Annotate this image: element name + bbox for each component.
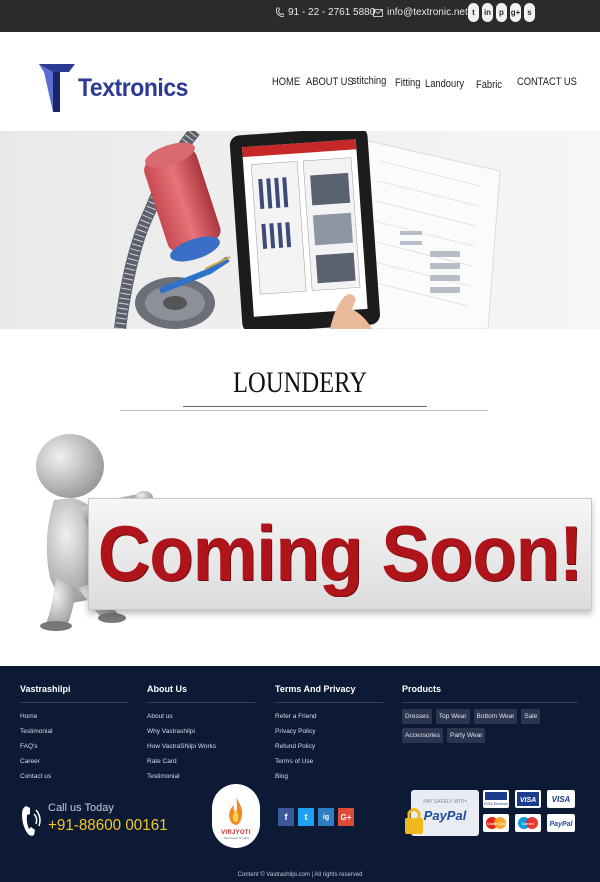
nav-stitching[interactable]: stitching xyxy=(352,75,386,87)
footer-link-career[interactable]: Career xyxy=(20,754,128,769)
footer-link-refer[interactable]: Refer a Friend xyxy=(275,709,383,724)
card-visa: VISA xyxy=(520,797,536,804)
email-contact[interactable]: info@textronic.net xyxy=(373,7,468,18)
footer-link-testimonial[interactable]: Testimonial xyxy=(20,724,128,739)
social-links: t in p g+ s xyxy=(468,3,535,22)
nav-about-us[interactable]: ABOUT US xyxy=(306,76,354,88)
footer-link-testimonial[interactable]: Testimonial xyxy=(147,769,255,784)
tag-accessories[interactable]: Accessories xyxy=(402,728,444,743)
nav-landoury[interactable]: Landoury xyxy=(425,78,464,90)
coming-soon-text: Coming Soon! xyxy=(97,508,583,597)
hero-image xyxy=(0,131,600,329)
coming-soon-graphic: Coming Soon! xyxy=(32,428,592,632)
virjyoti-logo[interactable]: VIRJYOTI The Power of Light xyxy=(212,784,260,848)
flame-icon xyxy=(229,798,243,825)
twitter-icon[interactable]: t xyxy=(468,3,479,22)
instagram-icon[interactable]: ig xyxy=(318,808,334,826)
copyright-text: Content © Vastrashilpi.com | All rights … xyxy=(237,872,363,878)
google-plus-icon[interactable]: G+ xyxy=(338,808,354,826)
nav-home[interactable]: HOME xyxy=(272,76,300,88)
footer-link-faqs[interactable]: FAQ's xyxy=(20,739,128,754)
payment-badges: PAY SAFELY WITH PayPal VISA Electron VIS… xyxy=(405,790,575,836)
footer-link-terms[interactable]: Terms of Use xyxy=(275,754,383,769)
skype-icon[interactable]: s xyxy=(524,3,535,22)
footer-col-products: Products Dresses Top Wear Bottom Wear Sa… xyxy=(402,684,578,743)
google-plus-icon[interactable]: g+ xyxy=(510,3,521,22)
call-label: Call us Today xyxy=(48,802,114,814)
card-mastercard: MasterCard xyxy=(487,822,505,826)
footer-link-blog[interactable]: Blog xyxy=(275,769,383,784)
footer-col-title: About Us xyxy=(147,684,187,694)
footer-divider xyxy=(275,702,383,703)
site-footer: Vastrashilpi Home Testimonial FAQ's Care… xyxy=(0,666,600,882)
paypal-text: PayPal xyxy=(424,808,467,823)
footer-link-why[interactable]: Why Vastrashilpi xyxy=(147,724,255,739)
title-underline xyxy=(183,406,427,407)
nav-contact-us[interactable]: CONTACT US xyxy=(517,76,577,88)
hero-banner xyxy=(0,131,600,329)
footer-col-title: Vastrashilpi xyxy=(20,684,71,694)
phone-handset-icon xyxy=(22,806,41,836)
footer-link-contact[interactable]: Contact us xyxy=(20,769,128,784)
footer-link-about-us[interactable]: About us xyxy=(147,709,255,724)
footer-divider xyxy=(402,702,578,703)
tag-top-wear[interactable]: Top Wear xyxy=(435,709,470,724)
phone-icon xyxy=(275,7,284,17)
site-header: Textronics HOME ABOUT US stitching Fitti… xyxy=(0,32,600,131)
tag-bottom-wear[interactable]: Bottom Wear xyxy=(473,709,518,724)
product-tags: Dresses Top Wear Bottom Wear Sale Access… xyxy=(402,709,578,743)
call-number: +91-88600 00161 xyxy=(48,817,168,834)
pay-safely-text: PAY SAFELY WITH xyxy=(423,799,467,805)
footer-col-terms: Terms And Privacy Refer a Friend Privacy… xyxy=(275,684,383,784)
email-address: info@textronic.net xyxy=(387,7,468,18)
main-nav: HOME ABOUT US stitching Fitting Landoury… xyxy=(0,75,600,96)
card-paypal: PayPal xyxy=(550,821,574,828)
footer-divider xyxy=(20,702,128,703)
footer-col-title: Terms And Privacy xyxy=(275,684,356,694)
facebook-icon[interactable]: f xyxy=(278,808,294,826)
pinterest-icon[interactable]: p xyxy=(496,3,507,22)
footer-col-vastrashilpi: Vastrashilpi Home Testimonial FAQ's Care… xyxy=(20,684,128,784)
footer-link-how-it-works[interactable]: How VastraShilpi Works xyxy=(147,739,255,754)
footer-link-refund[interactable]: Refund Policy xyxy=(275,739,383,754)
envelope-icon xyxy=(373,8,383,17)
payment-methods: PAY SAFELY WITH PayPal VISA Electron VIS… xyxy=(405,790,579,842)
brand-tagline: The Power of Light xyxy=(223,836,249,840)
nav-fabric[interactable]: Fabric xyxy=(476,79,502,91)
card-maestro: Maestro xyxy=(522,822,535,826)
tag-party-wear[interactable]: Party Wear xyxy=(447,728,486,743)
footer-divider xyxy=(147,702,255,703)
card-visa-2: VISA xyxy=(552,795,571,804)
nav-fitting[interactable]: Fitting xyxy=(395,77,420,89)
title-divider xyxy=(120,410,488,411)
footer-link-home[interactable]: Home xyxy=(20,709,128,724)
twitter-icon[interactable]: t xyxy=(298,808,314,826)
tag-dresses[interactable]: Dresses xyxy=(402,709,432,724)
phone-number: 91 - 22 - 2761 5880 xyxy=(288,7,376,18)
footer-col-about: About Us About us Why Vastrashilpi How V… xyxy=(147,684,255,784)
page-title: LOUNDERY xyxy=(233,366,367,399)
card-visa-electron: VISA Electron xyxy=(484,801,509,806)
tag-sale[interactable]: Sale xyxy=(521,709,541,724)
linkedin-icon[interactable]: in xyxy=(482,3,493,22)
footer-link-privacy[interactable]: Privacy Policy xyxy=(275,724,383,739)
footer-col-title: Products xyxy=(402,684,442,694)
phone-contact[interactable]: 91 - 22 - 2761 5880 xyxy=(275,7,375,18)
top-bar: 91 - 22 - 2761 5880 info@textronic.net t… xyxy=(0,0,600,32)
footer-link-rate-card[interactable]: Rate Card xyxy=(147,754,255,769)
